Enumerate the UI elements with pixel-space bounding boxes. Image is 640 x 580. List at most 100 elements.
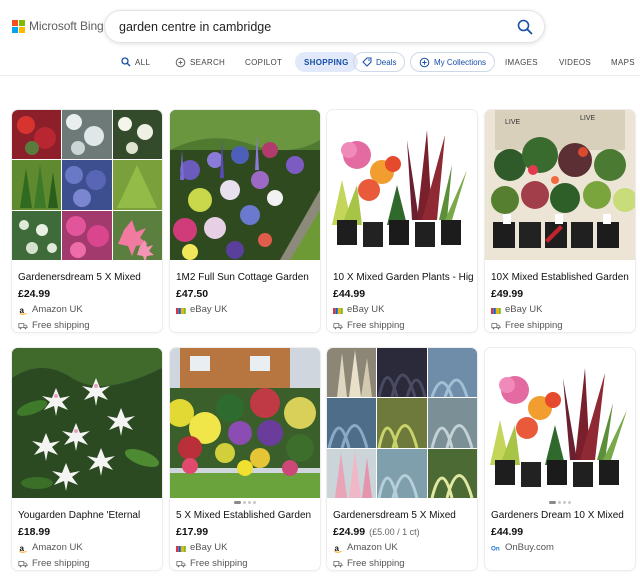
truck-icon (18, 560, 28, 567)
deals-button[interactable]: Deals (353, 52, 406, 72)
ebay-icon (333, 307, 343, 314)
seller-name: OnBuy.com (505, 542, 554, 553)
image-carousel-dots[interactable] (170, 501, 320, 505)
price-value: £44.99 (333, 288, 366, 300)
tab-search[interactable]: SEARCH (175, 52, 225, 72)
seller: a Amazon UK (333, 542, 398, 553)
ebay-icon (176, 545, 186, 552)
chat-search-icon (175, 57, 186, 67)
tab-shopping-label: SHOPPING (304, 57, 349, 67)
image-carousel-dots[interactable] (485, 501, 635, 505)
my-collections-button[interactable]: My Collections (410, 52, 496, 72)
seller-name: eBay UK (347, 304, 385, 315)
product-card[interactable]: LIVE LIVE 10X Mixed Established Garden £… (485, 110, 635, 332)
onbuy-icon: On (491, 545, 500, 552)
product-image[interactable] (327, 348, 477, 498)
shipping-text: Free shipping (190, 558, 248, 569)
product-title[interactable]: Yougarden Daphne 'Eternal (18, 510, 158, 521)
tab-all[interactable]: ALL (121, 52, 150, 72)
deals-label: Deals (376, 57, 397, 67)
price-value: £44.99 (491, 526, 524, 538)
seller-name: eBay UK (190, 304, 228, 315)
product-image[interactable] (170, 110, 320, 260)
shipping-text: Free shipping (32, 558, 90, 569)
amazon-icon: a (333, 542, 343, 553)
my-collections-label: My Collections (434, 57, 487, 67)
seller-name: Amazon UK (32, 542, 83, 553)
product-image[interactable] (327, 110, 477, 260)
tab-maps-label: MAPS (611, 57, 635, 67)
product-title[interactable]: 1M2 Full Sun Cottage Garden (176, 272, 316, 283)
search-box[interactable] (104, 10, 545, 43)
product-title[interactable]: 5 X Mixed Established Garden (176, 510, 316, 521)
product-card[interactable]: 1M2 Full Sun Cottage Garden £47.50 eBay … (170, 110, 320, 332)
header: Microsoft Bing ALL SEARCH COPILOT SHOPPI… (0, 0, 640, 76)
product-image[interactable] (12, 110, 162, 260)
tab-videos-label: VIDEOS (559, 57, 592, 67)
tag-icon (362, 57, 372, 67)
product-title[interactable]: Gardenersdream 5 X Mixed (18, 272, 158, 283)
tab-images[interactable]: IMAGES (505, 52, 538, 72)
tab-maps[interactable]: MAPS (611, 52, 635, 72)
shipping: Free shipping (491, 320, 563, 331)
product-card[interactable]: 5 X Mixed Established Garden £17.99 eBay… (170, 348, 320, 570)
product-price: £24.99 (£5.00 / 1 ct) (333, 526, 420, 538)
product-title[interactable]: Gardeners Dream 10 X Mixed (491, 510, 631, 521)
product-image[interactable] (170, 348, 320, 498)
seller: eBay UK (176, 542, 228, 553)
product-card[interactable]: Yougarden Daphne 'Eternal £18.99 a Amazo… (12, 348, 162, 570)
search-icon[interactable] (516, 18, 534, 36)
product-image[interactable]: LIVE LIVE (485, 110, 635, 260)
amazon-icon: a (18, 542, 28, 553)
product-card[interactable]: Gardenersdream 5 X Mixed £24.99 (£5.00 / … (327, 348, 477, 570)
tab-search-label: SEARCH (190, 57, 226, 67)
product-price: £49.99 (491, 288, 523, 300)
ebay-icon (491, 307, 501, 314)
price-value: £18.99 (18, 526, 51, 538)
shipping-text: Free shipping (32, 320, 90, 331)
search-input[interactable] (119, 19, 499, 35)
bing-logo[interactable]: Microsoft Bing (12, 19, 104, 33)
tab-copilot[interactable]: COPILOT (245, 52, 282, 72)
price-value: £24.99 (18, 288, 51, 300)
seller-name: eBay UK (505, 304, 543, 315)
seller: eBay UK (176, 304, 228, 315)
tab-copilot-label: COPILOT (245, 57, 283, 67)
product-price: £18.99 (18, 526, 50, 538)
price-value: £24.99 (333, 526, 366, 538)
product-card[interactable]: Gardeners Dream 10 X Mixed £44.99 On OnB… (485, 348, 635, 570)
shipping-text: Free shipping (505, 320, 563, 331)
product-price: £24.99 (18, 288, 50, 300)
seller-name: eBay UK (190, 542, 228, 553)
seller: eBay UK (491, 304, 543, 315)
seller: eBay UK (333, 304, 385, 315)
truck-icon (176, 560, 186, 567)
shipping-text: Free shipping (347, 320, 405, 331)
nav-tabs: ALL SEARCH COPILOT SHOPPING Deals My Col… (0, 52, 640, 74)
seller: a Amazon UK (18, 542, 83, 553)
search-icon (121, 57, 131, 67)
collections-icon (419, 57, 430, 67)
svg-text:LIVE: LIVE (580, 115, 596, 122)
tab-shopping[interactable]: SHOPPING (295, 52, 358, 72)
svg-text:LIVE: LIVE (505, 119, 521, 126)
product-card[interactable]: 10 X Mixed Garden Plants - High £44.99 e… (327, 110, 477, 332)
truck-icon (333, 560, 343, 567)
shipping: Free shipping (333, 558, 405, 569)
truck-icon (333, 322, 343, 329)
product-title[interactable]: 10 X Mixed Garden Plants - High (333, 272, 473, 283)
truck-icon (491, 322, 501, 329)
shipping: Free shipping (18, 320, 90, 331)
product-title[interactable]: Gardenersdream 5 X Mixed (333, 510, 473, 521)
product-card[interactable]: Gardenersdream 5 X Mixed £24.99 a Amazon… (12, 110, 162, 332)
svg-text:On: On (491, 545, 500, 552)
product-title[interactable]: 10X Mixed Established Garden (491, 272, 631, 283)
product-price: £47.50 (176, 288, 208, 300)
product-price: £17.99 (176, 526, 208, 538)
amazon-icon: a (18, 304, 28, 315)
product-image[interactable] (485, 348, 635, 498)
ebay-icon (176, 307, 186, 314)
product-image[interactable] (12, 348, 162, 498)
tab-videos[interactable]: VIDEOS (559, 52, 591, 72)
seller: On OnBuy.com (491, 542, 554, 553)
